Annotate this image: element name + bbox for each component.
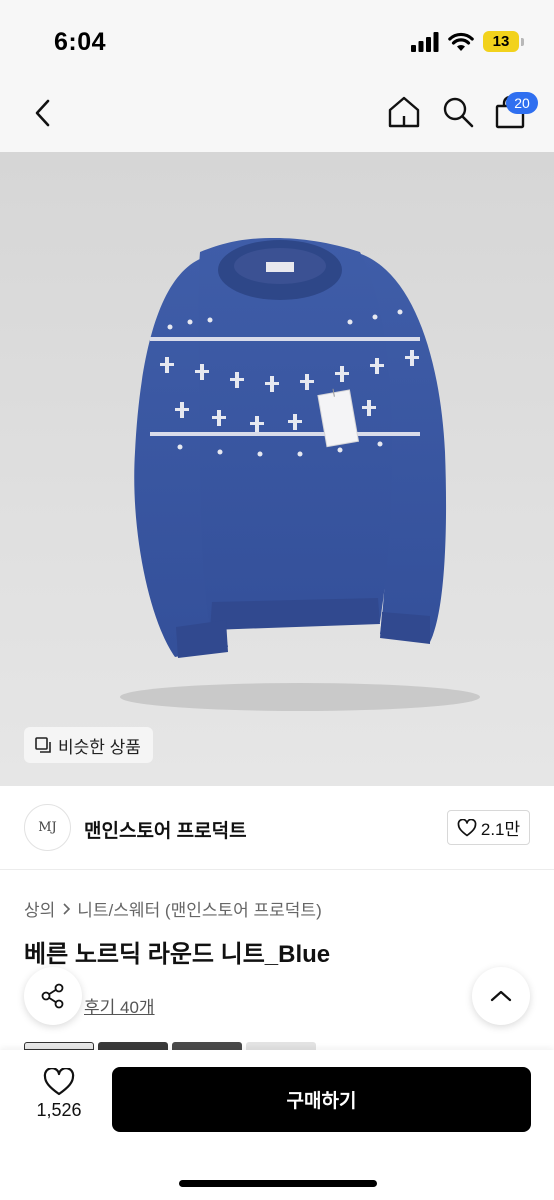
- breadcrumb: 상의 니트/스웨터 (맨인스토어 프로덕트): [24, 896, 322, 921]
- heart-icon: [457, 818, 477, 836]
- breadcrumb-item-category[interactable]: 니트/스웨터 (맨인스토어 프로덕트): [77, 896, 321, 921]
- battery-level: 13: [483, 31, 519, 52]
- similar-products-label: 비슷한 상품: [58, 737, 141, 757]
- review-link[interactable]: 후기 40개: [84, 993, 155, 1018]
- cart-count-badge: 20: [506, 92, 538, 114]
- brand-like-count: 2.1만: [480, 820, 521, 839]
- status-bar: 6:04 13: [0, 0, 554, 84]
- thumbnail-strip: [24, 1042, 316, 1050]
- chevron-up-icon: [490, 990, 512, 1002]
- copy-icon: [35, 737, 51, 753]
- chevron-right-icon: [63, 902, 71, 915]
- top-nav-bar: [0, 84, 554, 152]
- home-icon[interactable]: [386, 94, 422, 130]
- chevron-left-icon: [35, 99, 50, 127]
- thumbnail[interactable]: [246, 1042, 316, 1050]
- wifi-icon: [448, 32, 474, 51]
- breadcrumb-item-top[interactable]: 상의: [24, 896, 55, 921]
- thumbnail[interactable]: [24, 1042, 94, 1050]
- status-time: 6:04: [54, 28, 107, 56]
- thumbnail[interactable]: [98, 1042, 168, 1050]
- back-button[interactable]: [26, 96, 60, 130]
- brand-row: MJ 맨인스토어 프로덕트 2.1만: [0, 800, 554, 870]
- buy-button[interactable]: 구매하기: [112, 1067, 531, 1132]
- thumbnail[interactable]: [172, 1042, 242, 1050]
- sweater-illustration: [120, 238, 480, 711]
- brand-name[interactable]: 맨인스토어 프로덕트: [84, 816, 247, 843]
- cellular-signal-icon: [411, 31, 439, 52]
- wishlist-button[interactable]: 1,526: [24, 1068, 94, 1132]
- bottom-action-bar: 1,526 구매하기: [0, 1050, 554, 1200]
- share-icon: [41, 983, 64, 1009]
- search-icon[interactable]: [440, 94, 476, 130]
- scroll-top-button[interactable]: [472, 967, 530, 1025]
- battery-icon: 13: [483, 31, 524, 52]
- brand-logo[interactable]: MJ: [24, 804, 71, 851]
- home-indicator: [179, 1180, 377, 1187]
- wishlist-count: 1,526: [36, 1100, 82, 1120]
- similar-products-button[interactable]: 비슷한 상품: [24, 727, 153, 763]
- share-button[interactable]: [24, 967, 82, 1025]
- brand-like-button[interactable]: 2.1만: [447, 810, 530, 845]
- product-image[interactable]: [0, 152, 554, 786]
- heart-icon: [43, 1068, 75, 1096]
- status-icons: 13: [411, 31, 524, 52]
- product-title: 베른 노르딕 라운드 니트_Blue: [24, 941, 331, 968]
